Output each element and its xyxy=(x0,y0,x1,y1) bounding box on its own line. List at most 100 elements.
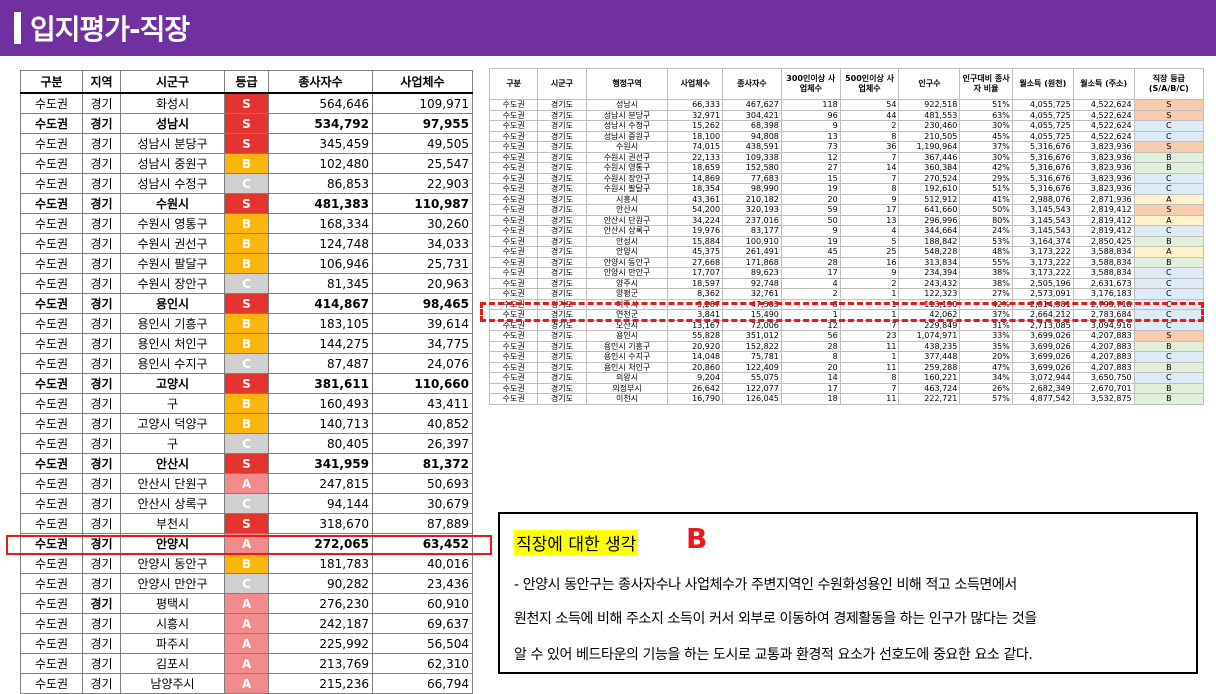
city-cell: 수원시 영통구 xyxy=(120,213,225,234)
table-cell: 안양시 동안구 xyxy=(585,256,669,268)
table-cell: 296,996 xyxy=(898,214,961,226)
grade-cell: B xyxy=(224,233,269,254)
business-count-cell: 34,775 xyxy=(372,333,473,354)
table-cell: 42% xyxy=(959,162,1013,174)
region-cell: 수도권 xyxy=(20,133,83,154)
table-cell: 4,055,725 xyxy=(1011,99,1074,111)
header-cell: 300인이상 사업체수 xyxy=(780,68,841,100)
table-cell: 2,988,076 xyxy=(1011,193,1074,205)
table-cell: 3,176,183 xyxy=(1072,288,1135,300)
header-cell: 500인이상 사업체수 xyxy=(839,68,900,100)
region-cell: 수도권 xyxy=(20,253,83,274)
grade-cell: B xyxy=(224,393,269,414)
table-cell: 27,668 xyxy=(667,256,724,268)
grade-cell: C xyxy=(224,173,269,194)
table-cell: 3,164,374 xyxy=(1011,235,1074,247)
table-cell: 경기도 xyxy=(537,235,587,247)
workers-cell: 140,713 xyxy=(268,413,373,434)
table-cell: 51% xyxy=(959,183,1013,195)
table-cell: 243,432 xyxy=(898,277,961,289)
table-cell: 63% xyxy=(959,109,1013,121)
table-cell: 3,173,222 xyxy=(1011,246,1074,258)
grade-cell: B xyxy=(224,253,269,274)
table-cell: 3,823,936 xyxy=(1072,151,1135,163)
grade-cell: B xyxy=(224,553,269,574)
business-count-cell: 110,660 xyxy=(372,373,473,394)
table-cell: 수도권 xyxy=(488,267,539,279)
table-cell: 20,860 xyxy=(667,361,724,373)
workers-cell: 276,230 xyxy=(268,593,373,614)
workers-cell: 160,493 xyxy=(268,393,373,414)
table-cell: 4,522,624 xyxy=(1072,99,1135,111)
table-cell: 47% xyxy=(959,361,1013,373)
table-cell: 25 xyxy=(839,246,900,258)
grade-cell: B xyxy=(224,413,269,434)
table-cell: 용인시 처인구 xyxy=(585,361,669,373)
table-row: 수도권 경기 성남시 S 534,792 97,955 xyxy=(20,113,473,134)
table-cell: B xyxy=(1133,151,1205,163)
header-cell: 시군구 xyxy=(120,70,225,94)
table-row: 수도권 경기도 수원시 권선구 22,133 109,338 12 7 367,446 30% 5… xyxy=(488,151,1205,163)
table-cell: 3,588,834 xyxy=(1072,267,1135,279)
header-cell: 행정구역 xyxy=(585,68,669,100)
header-cell: 구분 xyxy=(20,70,83,94)
city-cell: 구 xyxy=(120,393,225,414)
table-row: 수도권 경기도 수원시 장안구 14,869 77,683 15 7 270,524 29% 5,… xyxy=(488,172,1205,184)
table-cell: 45% xyxy=(959,130,1013,142)
table-cell: C xyxy=(1133,120,1205,132)
business-count-cell: 60,910 xyxy=(372,593,473,614)
table-cell: 3,823,936 xyxy=(1072,183,1135,195)
grade-cell: C xyxy=(224,353,269,374)
city-cell: 용인시 수지구 xyxy=(120,353,225,374)
city-cell: 안양시 만안구 xyxy=(120,573,225,594)
table-cell: S xyxy=(1133,141,1205,153)
table-cell: 8 xyxy=(839,130,900,142)
table-cell: 20% xyxy=(959,351,1013,363)
province-cell: 경기 xyxy=(82,273,121,294)
table-cell: 9 xyxy=(780,225,841,237)
table-cell: 경기도 xyxy=(537,193,587,205)
province-cell: 경기 xyxy=(82,333,121,354)
table-cell: 53% xyxy=(959,235,1013,247)
table-cell: 7 xyxy=(839,151,900,163)
province-cell: 경기 xyxy=(82,513,121,534)
table-cell: 3,173,222 xyxy=(1011,256,1074,268)
business-count-cell: 40,852 xyxy=(372,413,473,434)
workers-cell: 225,992 xyxy=(268,633,373,654)
table-cell: 2,631,673 xyxy=(1072,277,1135,289)
table-cell: 14 xyxy=(839,162,900,174)
table-cell: 922,518 xyxy=(898,99,961,111)
table-cell: S xyxy=(1133,330,1205,342)
table-cell: 2,871,936 xyxy=(1072,193,1135,205)
table-cell: 304,421 xyxy=(722,109,782,121)
business-count-cell: 22,903 xyxy=(372,173,473,194)
table-row: 수도권 경기도 수원시 팔달구 18,354 98,990 19 8 192,610 51% 5,… xyxy=(488,183,1205,195)
table-row: 수도권 경기도 성남시 분당구 32,971 304,421 96 44 481,553 63%… xyxy=(488,109,1205,121)
table-row: 수도권 경기도 이천시 16,790 126,045 18 11 222,721 57% 4,87… xyxy=(488,393,1205,405)
table-cell: 2,819,412 xyxy=(1072,204,1135,216)
region-cell: 수도권 xyxy=(20,233,83,254)
table-row: 수도권 경기 성남시 수정구 C 86,853 22,903 xyxy=(20,173,473,194)
province-cell: 경기 xyxy=(82,573,121,594)
table-cell: 98,990 xyxy=(722,183,782,195)
business-count-cell: 81,372 xyxy=(372,453,473,474)
city-cell: 고양시 덕양구 xyxy=(120,413,225,434)
table-cell: 경기도 xyxy=(537,225,587,237)
table-cell: 2,670,701 xyxy=(1072,382,1135,394)
table-cell: 1,074,971 xyxy=(898,330,961,342)
table-cell: 12 xyxy=(780,151,841,163)
table-cell: 수도권 xyxy=(488,151,539,163)
table-cell: 수원시 권선구 xyxy=(585,151,669,163)
table-cell: 3,173,222 xyxy=(1011,267,1074,279)
table-cell: 94,808 xyxy=(722,130,782,142)
business-count-cell: 69,637 xyxy=(372,613,473,634)
table-row: 수도권 경기도 의정부시 26,642 122,077 17 7 463,724 26% 2,68… xyxy=(488,382,1205,394)
table-row: 수도권 경기 화성시 S 564,646 109,971 xyxy=(20,92,473,114)
table-cell: 4,522,624 xyxy=(1072,120,1135,132)
table-cell: 3,699,026 xyxy=(1011,351,1074,363)
table-cell: 261,491 xyxy=(722,246,782,258)
note-line-2: 원천지 소득에 비해 주소지 소득이 커서 외부로 이동하여 경제활동을 하는 … xyxy=(514,611,1037,627)
table-cell: 경기도 xyxy=(537,267,587,279)
table-cell: 11 xyxy=(839,393,900,405)
workers-cell: 80,405 xyxy=(268,433,373,454)
